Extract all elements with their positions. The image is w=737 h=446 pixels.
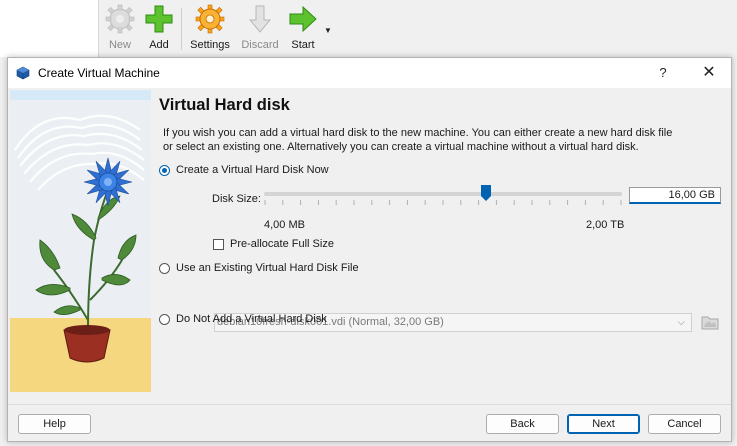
cancel-button[interactable]: Cancel	[648, 414, 721, 434]
wizard-illustration	[10, 90, 151, 392]
toolbar-add-button[interactable]: Add	[137, 2, 181, 56]
dialog-titlebar: Create Virtual Machine ? ✕	[8, 58, 731, 88]
toolbar-start-button[interactable]: Start	[281, 2, 325, 56]
toolbar-separator	[181, 8, 182, 50]
use-existing-option[interactable]: Use an Existing Virtual Hard Disk File	[159, 260, 359, 276]
help-button[interactable]: Help	[18, 414, 91, 434]
do-not-add-label: Do Not Add a Virtual Hard Disk	[176, 313, 327, 325]
new-gear-icon	[105, 4, 135, 34]
page-title: Virtual Hard disk	[159, 96, 290, 114]
disk-size-min-label: 4,00 MB	[264, 219, 305, 231]
wizard-page: Virtual Hard disk If you wish you can ad…	[158, 88, 728, 393]
use-existing-label: Use an Existing Virtual Hard Disk File	[176, 262, 359, 274]
create-now-label: Create a Virtual Hard Disk Now	[176, 164, 329, 176]
disk-size-slider-handle[interactable]	[480, 185, 491, 201]
slider-ticks	[264, 200, 622, 205]
disk-size-slider[interactable]	[264, 192, 622, 196]
start-dropdown-arrow-icon[interactable]: ▼	[324, 26, 332, 35]
titlebar-help-button[interactable]: ?	[648, 63, 678, 83]
toolbar-new-label: New	[108, 39, 131, 51]
toolbar-settings-button[interactable]: Settings	[188, 2, 232, 56]
toolbar-new-button[interactable]: New	[98, 2, 142, 56]
chevron-down-icon: ⌵	[677, 317, 685, 328]
create-vm-dialog: Create Virtual Machine ? ✕ Virtual Hard …	[7, 57, 732, 442]
titlebar-close-button[interactable]: ✕	[694, 63, 724, 83]
disk-size-input[interactable]: 16,00 GB	[629, 187, 721, 204]
create-now-radio[interactable]	[159, 164, 170, 176]
choose-disk-folder-icon[interactable]	[701, 314, 719, 330]
do-not-add-radio[interactable]	[159, 313, 170, 325]
disk-size-max-label: 2,00 TB	[586, 219, 625, 231]
toolbar-start-label: Start	[291, 39, 315, 51]
discard-arrow-icon	[248, 5, 272, 33]
main-toolbar: New Add Settings Discard Start ▼	[0, 0, 737, 57]
use-existing-radio[interactable]	[159, 262, 170, 274]
toolbar-settings-label: Settings	[190, 39, 230, 51]
preallocate-label: Pre-allocate Full Size	[230, 238, 334, 250]
disk-size-label: Disk Size:	[212, 193, 261, 205]
create-now-option[interactable]: Create a Virtual Hard Disk Now	[159, 162, 329, 178]
machine-list-pane	[0, 0, 99, 57]
toolbar-add-label: Add	[149, 39, 169, 51]
next-button[interactable]: Next	[567, 414, 640, 434]
add-plus-icon	[145, 5, 173, 33]
dialog-title: Create Virtual Machine	[38, 66, 160, 80]
start-arrow-icon	[289, 5, 317, 33]
do-not-add-option[interactable]: Do Not Add a Virtual Hard Disk	[159, 311, 327, 327]
toolbar-discard-label: Discard	[241, 39, 279, 51]
virtualbox-cube-icon	[16, 66, 30, 80]
footer-divider	[8, 404, 731, 405]
preallocate-checkbox[interactable]	[213, 238, 224, 250]
page-description: If you wish you can add a virtual hard d…	[163, 127, 673, 153]
settings-gear-icon	[195, 4, 225, 34]
toolbar-discard-button[interactable]: Discard	[238, 2, 282, 56]
preallocate-option[interactable]: Pre-allocate Full Size	[213, 238, 334, 250]
back-button[interactable]: Back	[486, 414, 559, 434]
